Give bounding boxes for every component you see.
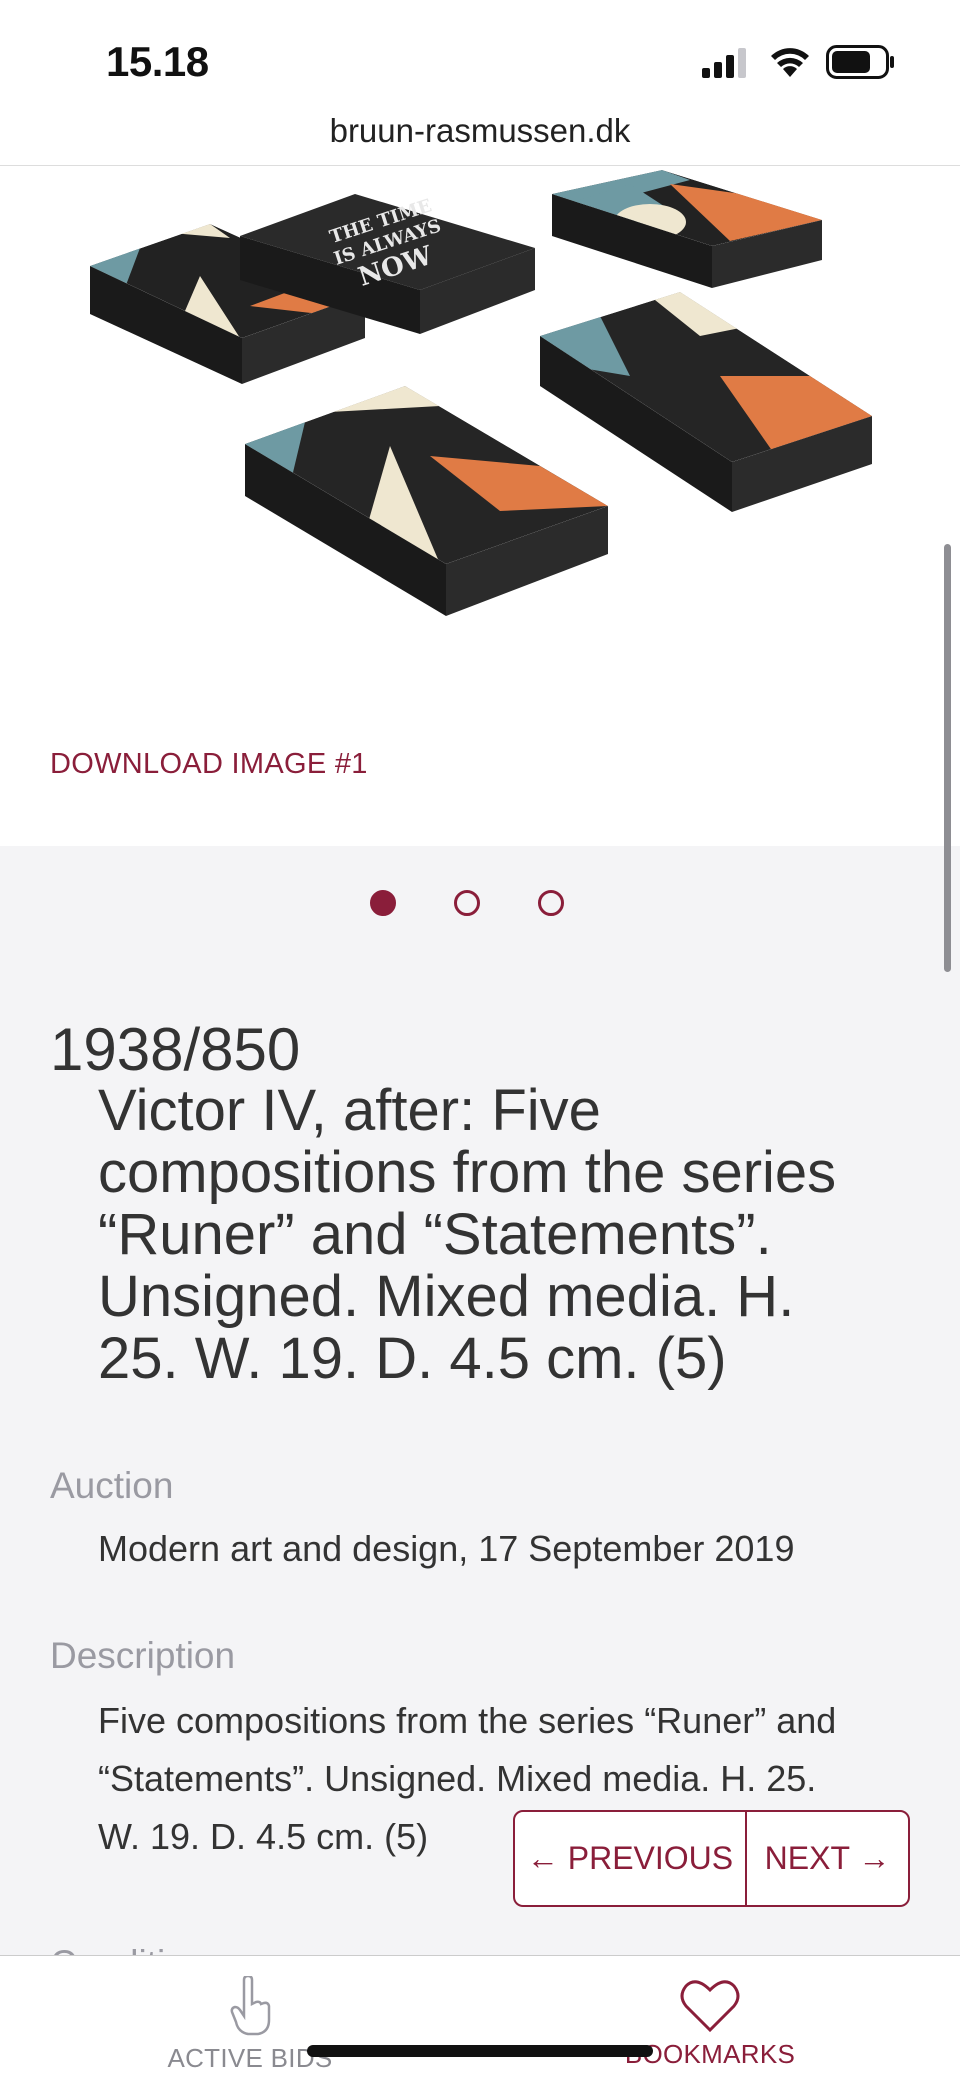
auction-label: Auction [50, 1465, 174, 1506]
lot-image[interactable]: THE TIME IS ALWAYS NOW [70, 166, 890, 686]
description-line: “Statements”. Unsigned. Mixed media. H. … [98, 1758, 817, 1799]
description-label: Description [50, 1635, 236, 1676]
next-button[interactable]: NEXT → [747, 1812, 908, 1905]
heart-icon [680, 1980, 740, 2033]
tab-active-bids[interactable]: ACTIVE BIDS [160, 1974, 340, 2074]
home-indicator[interactable] [307, 2045, 653, 2057]
cellular-signal-icon [702, 48, 746, 78]
download-image-link[interactable]: DOWNLOAD IMAGE #1 [50, 748, 368, 781]
lot-title: Victor IV, after: Five compositions from… [98, 1080, 918, 1390]
carousel-dot-2[interactable] [454, 890, 480, 916]
status-time: 15.18 [106, 38, 209, 85]
carousel-dot-3[interactable] [538, 890, 564, 916]
lot-title-line: Victor IV, after: Five [98, 1078, 601, 1143]
lot-title-line: 25. W. 19. D. 4.5 cm. (5) [98, 1326, 727, 1391]
condition-label: Condition [50, 1943, 206, 1955]
previous-button[interactable]: ← PREVIOUS [515, 1812, 747, 1905]
lot-title-line: Unsigned. Mixed media. H. [98, 1264, 795, 1329]
url-text: bruun-rasmussen.dk [329, 112, 631, 149]
carousel-dot-1[interactable] [370, 890, 396, 916]
lot-title-line: compositions from the series [98, 1140, 837, 1205]
lot-title-line: “Runer” and “Statements”. [98, 1202, 772, 1267]
lot-pager: ← PREVIOUS NEXT → [513, 1810, 910, 1907]
wifi-icon [771, 48, 809, 77]
pointing-hand-icon [230, 1974, 271, 2036]
status-bar: 15.18 [0, 0, 960, 110]
lot-number: 1938/850 [50, 1016, 301, 1083]
description-line: Five compositions from the series “Runer… [98, 1700, 837, 1741]
carousel-dots [0, 890, 960, 920]
address-bar[interactable]: bruun-rasmussen.dk [0, 110, 960, 166]
tab-bar: ACTIVE BIDS BOOKMARKS [0, 1955, 960, 2078]
battery-icon [826, 45, 894, 79]
image-gallery[interactable]: THE TIME IS ALWAYS NOW DOWNLOAD IMAGE #1 [0, 166, 960, 972]
auction-value: Modern art and design, 17 September 2019 [98, 1528, 795, 1569]
